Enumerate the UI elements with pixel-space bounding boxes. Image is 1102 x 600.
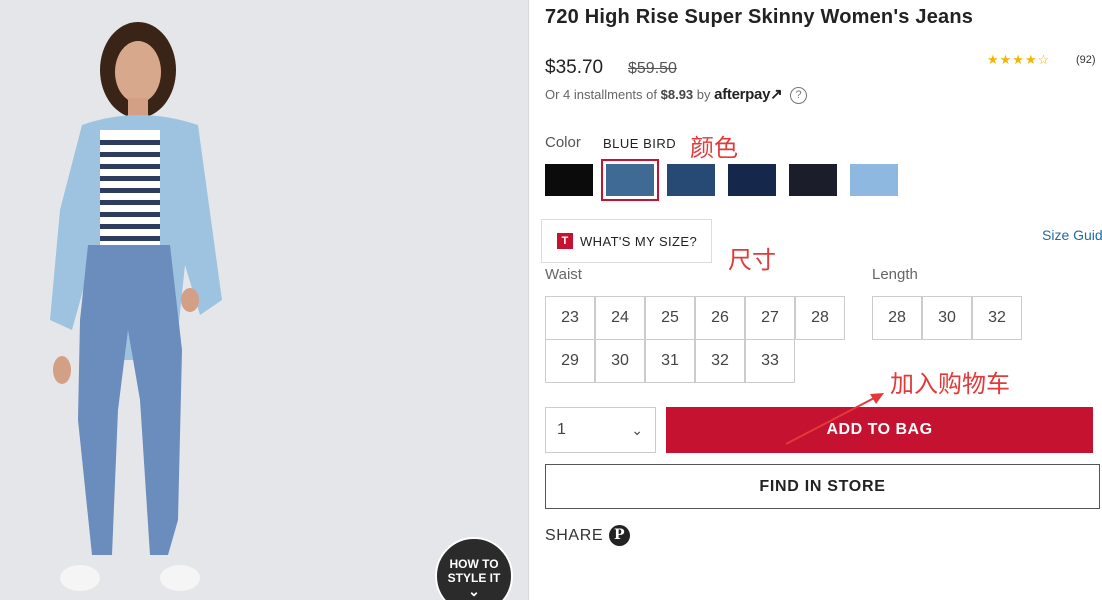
waist-size-25[interactable]: 25 <box>645 296 695 340</box>
color-swatch-light-blue[interactable] <box>850 164 898 196</box>
rating-stars-icon[interactable]: ★★★★☆ <box>987 52 1050 68</box>
length-size-32[interactable]: 32 <box>972 296 1022 340</box>
afterpay-mark: ↗ <box>770 86 783 103</box>
length-size-30[interactable]: 30 <box>922 296 972 340</box>
afterpay-wordmark: afterpay <box>714 86 771 103</box>
length-label: Length <box>872 266 918 283</box>
share-label: SHARE <box>545 526 604 544</box>
sale-price: $35.70 <box>545 57 604 78</box>
waist-size-31[interactable]: 31 <box>645 339 695 383</box>
quantity-value: 1 <box>557 421 566 438</box>
how-to-line1: HOW TO <box>449 557 499 571</box>
chevron-down-icon: ⌄ <box>468 583 480 599</box>
color-swatch-black[interactable] <box>545 164 593 196</box>
divider <box>528 0 529 600</box>
color-swatch-blue-bird[interactable] <box>601 159 659 201</box>
installments-prefix: Or 4 installments of <box>545 87 657 102</box>
selected-color-name: BLUE BIRD <box>603 136 677 151</box>
product-image[interactable]: HOW TO STYLE IT ⌄ <box>0 0 528 600</box>
product-title: 720 High Rise Super Skinny Women's Jeans <box>545 6 974 28</box>
waist-size-32[interactable]: 32 <box>695 339 745 383</box>
color-swatch-dark-indigo[interactable] <box>728 164 776 196</box>
help-icon[interactable]: ? <box>790 87 808 105</box>
original-price: $59.50 <box>628 60 677 77</box>
annotation-arrow-icon <box>785 393 884 445</box>
waist-size-27[interactable]: 27 <box>745 296 795 340</box>
pinterest-icon[interactable]: P <box>609 525 631 546</box>
share-section: SHARE P <box>545 525 631 546</box>
find-in-store-button[interactable]: FIND IN STORE <box>545 464 1100 509</box>
installments-by: by <box>696 87 711 102</box>
waist-size-28[interactable]: 28 <box>795 296 845 340</box>
annotation-add-to-cart: 加入购物车 <box>890 370 1010 398</box>
quantity-select[interactable]: 1 ⌄ <box>545 407 656 453</box>
afterpay-logo: afterpay↗ <box>714 86 783 103</box>
waist-size-29[interactable]: 29 <box>545 339 595 383</box>
whats-my-size-button[interactable]: T WHAT'S MY SIZE? <box>541 219 712 263</box>
length-size-28[interactable]: 28 <box>872 296 922 340</box>
waist-size-26[interactable]: 26 <box>695 296 745 340</box>
waist-size-33[interactable]: 33 <box>745 339 795 383</box>
model-illustration <box>50 22 222 591</box>
waist-label: Waist <box>545 266 582 283</box>
review-count[interactable]: (92) <box>1076 54 1096 66</box>
waist-size-30[interactable]: 30 <box>595 339 645 383</box>
waist-size-24[interactable]: 24 <box>595 296 645 340</box>
color-label: Color <box>545 134 581 151</box>
waist-size-23[interactable]: 23 <box>545 296 595 340</box>
size-guide-link[interactable]: Size Guid <box>1042 227 1102 243</box>
whats-my-size-label: WHAT'S MY SIZE? <box>580 233 698 249</box>
annotation-size: 尺寸 <box>728 246 776 274</box>
annotation-color: 颜色 <box>690 134 738 162</box>
installments-info: Or 4 installments of $8.93 by afterpay↗ … <box>545 85 808 105</box>
length-size-grid: 28 30 32 <box>872 296 1022 340</box>
color-swatch-medium-indigo[interactable] <box>667 164 715 196</box>
chevron-down-icon: ⌄ <box>631 422 643 438</box>
true-fit-icon: T <box>557 233 573 249</box>
waist-size-grid: 23 24 25 26 27 28 29 30 31 32 33 <box>545 296 845 383</box>
color-swatch-navy[interactable] <box>789 164 837 196</box>
installments-amount: $8.93 <box>660 87 694 102</box>
